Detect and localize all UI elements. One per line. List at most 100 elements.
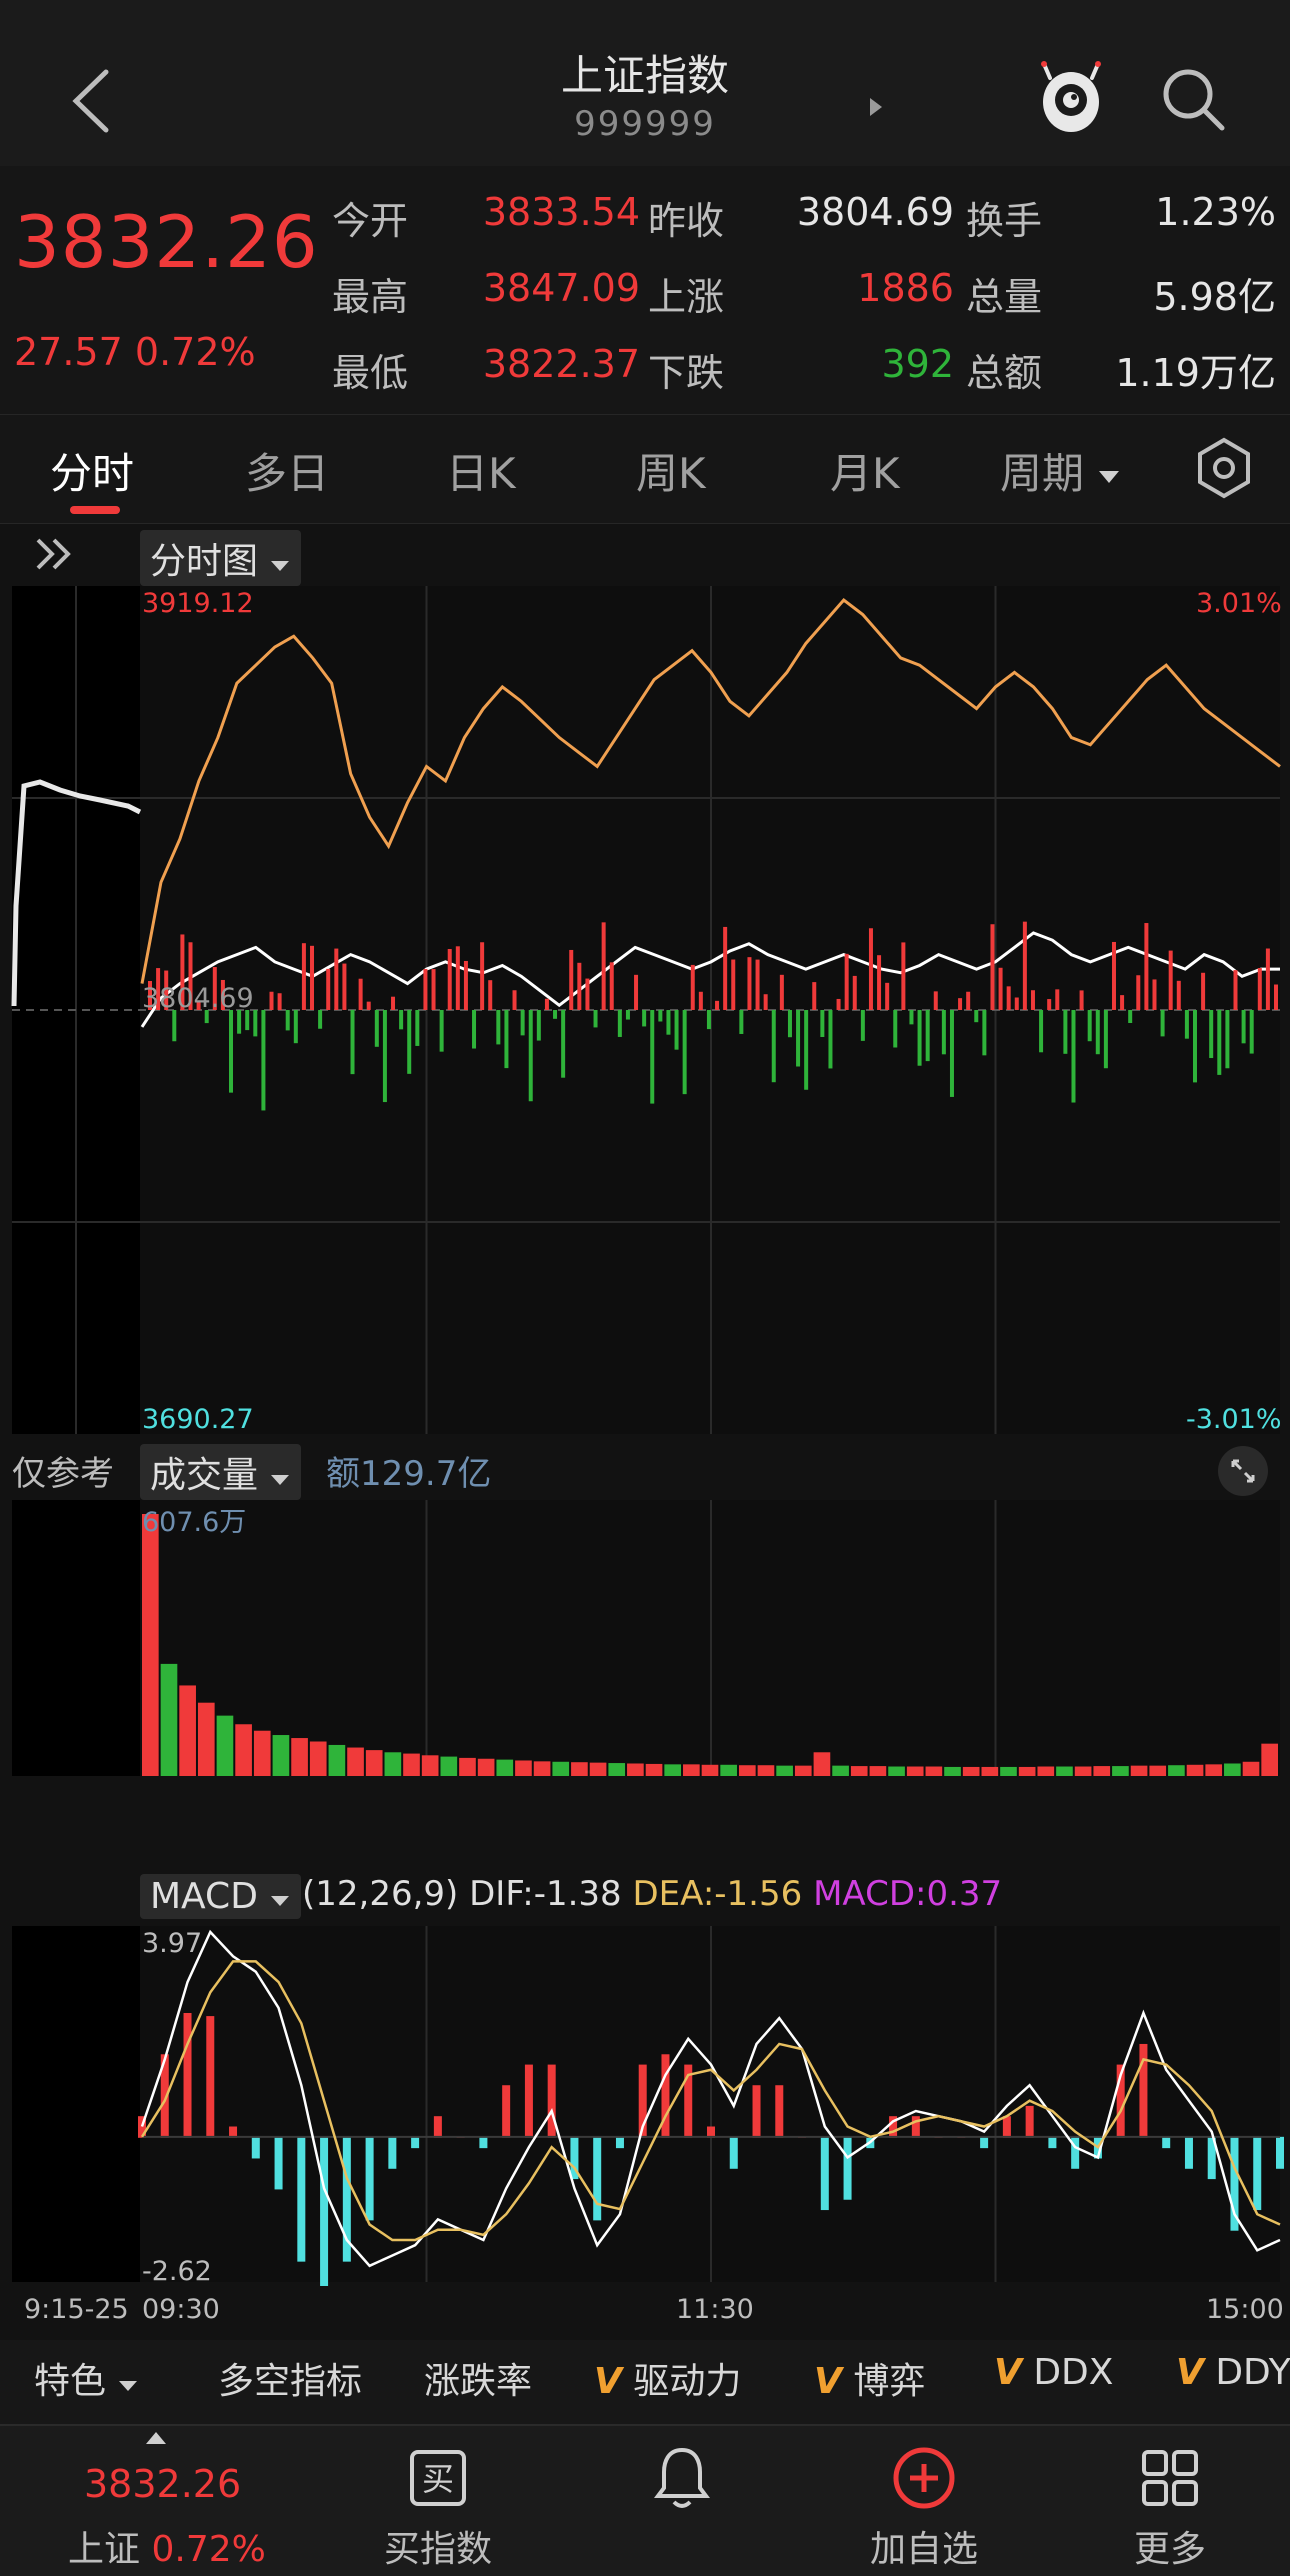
fullscreen-icon[interactable] (1216, 1444, 1270, 1498)
volume-bar (272, 1735, 290, 1776)
preopen-macd-panel (12, 1926, 140, 2282)
add-watchlist-icon[interactable] (892, 2446, 956, 2510)
pressure-bar (544, 998, 549, 1010)
tab-intraday[interactable]: 分时 (50, 440, 134, 501)
indicator-featured[interactable]: 特色 (34, 2352, 139, 2404)
tab-monthly-k[interactable]: 月K (830, 440, 900, 501)
pressure-bar (326, 968, 331, 1010)
pressure-bar (1192, 1010, 1197, 1083)
volume-bar (1205, 1764, 1223, 1776)
tab-multi-day[interactable]: 多日 (245, 440, 329, 501)
pressure-bar (528, 1010, 533, 1102)
pressure-bar (787, 1010, 792, 1038)
v-mark: V (994, 2352, 1022, 2393)
macd-bar (820, 2136, 829, 2211)
nav-index[interactable]: 上证 0.72% (68, 2520, 266, 2572)
pressure-bar (293, 1010, 298, 1044)
macd-bar (1162, 2136, 1171, 2149)
caret-right-icon[interactable] (868, 96, 884, 118)
indicator-ddx[interactable]: V DDX (994, 2352, 1113, 2393)
volume-bar (421, 1755, 439, 1776)
time-label-open: 09:30 (142, 2294, 220, 2325)
volume-bar (1130, 1765, 1148, 1776)
pressure-bar (253, 1010, 258, 1037)
pressure-bar (690, 964, 695, 1010)
tab-daily-k[interactable]: 日K (446, 440, 516, 501)
pressure-bar (1249, 1010, 1254, 1054)
volume-bar (925, 1766, 943, 1776)
pressure-bar (1055, 989, 1060, 1010)
indicator-driving-force[interactable]: V 驱动力 (594, 2352, 741, 2404)
indicator-driving-force-label: 驱动力 (633, 2361, 742, 2402)
indicator-game-label: 博弈 (853, 2361, 926, 2402)
macd-min-label: -2.62 (142, 2256, 212, 2287)
pressure-bar (1176, 980, 1181, 1010)
nav-index-pct: 0.72% (151, 2529, 266, 2570)
pressure-bar (617, 1010, 622, 1037)
reference-only-label: 仅参考 (12, 1454, 114, 1494)
nav-index-price[interactable]: 3832.26 (84, 2462, 241, 2506)
stat-label: 最低 (332, 351, 409, 395)
nav-more[interactable]: 更多 (1070, 2520, 1270, 2572)
volume-bar (309, 1741, 327, 1776)
volume-bar (589, 1762, 607, 1776)
pressure-bar (496, 1010, 501, 1045)
macd-bar (752, 2085, 761, 2138)
volume-bar (291, 1738, 308, 1776)
volume-bar (608, 1763, 626, 1776)
pct-high-label: 3.01% (1196, 588, 1282, 619)
expand-panel-icon[interactable] (34, 534, 80, 574)
mascot-icon[interactable] (1036, 60, 1106, 136)
stat-value: 392 (881, 342, 954, 386)
pressure-bar (941, 1010, 946, 1055)
bell-icon[interactable] (652, 2444, 712, 2512)
nav-index-name: 上证 (68, 2529, 141, 2570)
current-price: 3832.26 (14, 200, 319, 284)
pressure-bar (277, 993, 282, 1010)
pressure-bar (310, 945, 315, 1010)
buy-index-glyph: 买 (422, 2460, 454, 2498)
indicator-game[interactable]: V 博弈 (814, 2352, 925, 2404)
dea-value: DEA:-1.56 (632, 1874, 803, 1914)
charts-canvas[interactable] (0, 586, 1290, 2286)
pressure-bar (1160, 1010, 1165, 1037)
dropdown-arrow-icon (119, 2381, 138, 2391)
buy-index-icon[interactable]: 买 (408, 2448, 468, 2508)
volume-selector[interactable]: 成交量 (140, 1444, 302, 1500)
macd-bar (433, 2116, 442, 2138)
tab-weekly-k[interactable]: 周K (636, 440, 706, 501)
macd-selector[interactable]: MACD (140, 1874, 302, 1919)
tab-period-label: 周期 (1000, 449, 1085, 498)
nav-add-watchlist[interactable]: 加自选 (824, 2520, 1024, 2572)
pressure-bar (763, 994, 768, 1010)
pressure-bar (1128, 1010, 1133, 1024)
settings-hexagon-icon[interactable] (1192, 436, 1256, 500)
stat-value: 3847.09 (482, 266, 640, 310)
v-mark: V (1176, 2352, 1204, 2393)
search-icon[interactable] (1158, 64, 1228, 134)
chart-type-selector[interactable]: 分时图 (140, 530, 302, 586)
pressure-bar (1241, 1010, 1246, 1044)
pressure-bar (520, 1010, 525, 1036)
macd-params: (12,26,9) (302, 1874, 459, 1914)
dif-value: DIF:-1.38 (469, 1874, 622, 1914)
macd-bar (729, 2136, 738, 2169)
volume-bar (1018, 1766, 1036, 1776)
pressure-bar (382, 1010, 387, 1103)
indicator-rise-fall-rate[interactable]: 涨跌率 (424, 2352, 532, 2404)
volume-bar (981, 1766, 999, 1776)
pressure-bar (342, 963, 347, 1010)
pressure-bar (1047, 999, 1052, 1010)
macd-bar (524, 2064, 533, 2138)
nav-buy-index[interactable]: 买指数 (338, 2520, 538, 2572)
pressure-bar (569, 949, 574, 1010)
indicator-ddy[interactable]: V DDY (1176, 2352, 1290, 2393)
pressure-bar (229, 1010, 234, 1093)
tab-period[interactable]: 周期 (1000, 440, 1121, 501)
grid-more-icon[interactable] (1140, 2448, 1200, 2508)
change-value: 27.57 (14, 330, 123, 374)
indicator-long-short[interactable]: 多空指标 (218, 2352, 362, 2404)
volume-bar (515, 1760, 532, 1776)
caret-up-icon[interactable] (144, 2430, 168, 2446)
pressure-bar (1087, 1010, 1092, 1042)
